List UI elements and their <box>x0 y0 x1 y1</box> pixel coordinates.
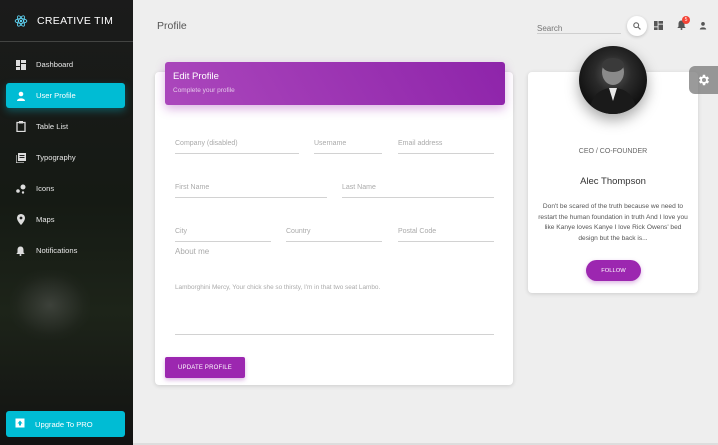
avatar <box>579 46 647 114</box>
last-name-field[interactable]: Last Name <box>342 184 494 198</box>
person-photo <box>589 58 637 114</box>
username-placeholder: Username <box>314 140 347 147</box>
update-profile-button[interactable]: UPDATE PROFILE <box>165 357 245 378</box>
sidebar-item-label: User Profile <box>36 91 76 100</box>
react-logo-icon <box>14 14 28 27</box>
library-books-icon <box>15 152 26 163</box>
about-me-underline <box>175 334 494 335</box>
page-title: Profile <box>157 20 187 32</box>
upgrade-to-pro-button[interactable]: Upgrade To PRO <box>6 411 125 437</box>
card-title: Edit Profile <box>173 71 219 82</box>
upgrade-label: Upgrade To PRO <box>35 419 93 429</box>
sidebar-item-label: Icons <box>36 184 55 193</box>
sidebar-item-notifications[interactable]: Notifications <box>6 238 125 263</box>
sidebar-item-label: Dashboard <box>36 60 74 69</box>
email-field[interactable]: Email address <box>398 140 494 154</box>
sidebar-item-label: Maps <box>36 215 55 224</box>
postal-code-field[interactable]: Postal Code <box>398 228 494 242</box>
about-me-label: About me <box>175 247 210 256</box>
profile-name: Alec Thompson <box>580 176 646 187</box>
person-icon <box>15 90 26 101</box>
first-name-field[interactable]: First Name <box>175 184 327 198</box>
profile-bio: Don't be scared of the truth because we … <box>538 203 688 242</box>
sidebar-background-image <box>10 270 90 340</box>
city-placeholder: City <box>175 228 188 235</box>
sidebar-item-label: Notifications <box>36 246 78 255</box>
country-field[interactable]: Country <box>286 228 382 242</box>
sidebar-item-maps[interactable]: Maps <box>6 207 125 232</box>
sidebar-item-icons[interactable]: Icons <box>6 176 125 201</box>
settings-toggle[interactable] <box>689 66 718 94</box>
bubble-chart-icon <box>15 183 26 194</box>
search-field[interactable] <box>537 18 621 34</box>
user-toolbar-button[interactable] <box>698 20 708 30</box>
unarchive-icon <box>15 415 25 433</box>
gear-icon <box>698 74 709 86</box>
search-icon <box>633 22 641 30</box>
card-subtitle: Complete your profile <box>173 87 235 94</box>
search-input[interactable] <box>537 24 621 33</box>
sidebar: CREATIVE TIM Dashboard User Profile Tabl… <box>0 0 133 445</box>
city-field[interactable]: City <box>175 228 271 242</box>
sidebar-item-typography[interactable]: Typography <box>6 145 125 170</box>
sidebar-item-label: Table List <box>36 122 69 131</box>
company-field: Company (disabled) <box>175 140 299 154</box>
follow-button[interactable]: FOLLOW <box>586 260 641 281</box>
clipboard-icon <box>15 121 26 132</box>
sidebar-item-user-profile[interactable]: User Profile <box>6 83 125 108</box>
profile-role: CEO / CO-FOUNDER <box>578 148 648 155</box>
bell-icon <box>15 245 26 256</box>
company-placeholder: Company (disabled) <box>175 140 238 147</box>
brand-name: CREATIVE TIM <box>37 14 114 27</box>
username-field[interactable]: Username <box>314 140 382 154</box>
notification-badge: 5 <box>682 16 690 24</box>
about-me-textarea[interactable]: Lamborghini Mercy, Your chick she so thi… <box>175 284 493 291</box>
location-pin-icon <box>15 214 26 225</box>
topbar: Profile 5 <box>133 0 718 50</box>
sidebar-item-table-list[interactable]: Table List <box>6 114 125 139</box>
dashboard-icon <box>653 20 663 30</box>
dashboard-icon <box>15 59 26 70</box>
sidebar-item-label: Typography <box>36 153 76 162</box>
brand[interactable]: CREATIVE TIM <box>0 0 133 42</box>
last-name-placeholder: Last Name <box>342 184 376 191</box>
country-placeholder: Country <box>286 228 311 235</box>
search-button[interactable] <box>627 16 647 36</box>
sidebar-item-dashboard[interactable]: Dashboard <box>6 52 125 77</box>
dashboard-toolbar-button[interactable] <box>653 20 663 30</box>
first-name-placeholder: First Name <box>175 184 210 191</box>
person-icon <box>699 21 707 29</box>
email-placeholder: Email address <box>398 140 443 147</box>
postal-code-placeholder: Postal Code <box>398 228 437 235</box>
edit-profile-header: Edit Profile Complete your profile <box>165 62 505 105</box>
